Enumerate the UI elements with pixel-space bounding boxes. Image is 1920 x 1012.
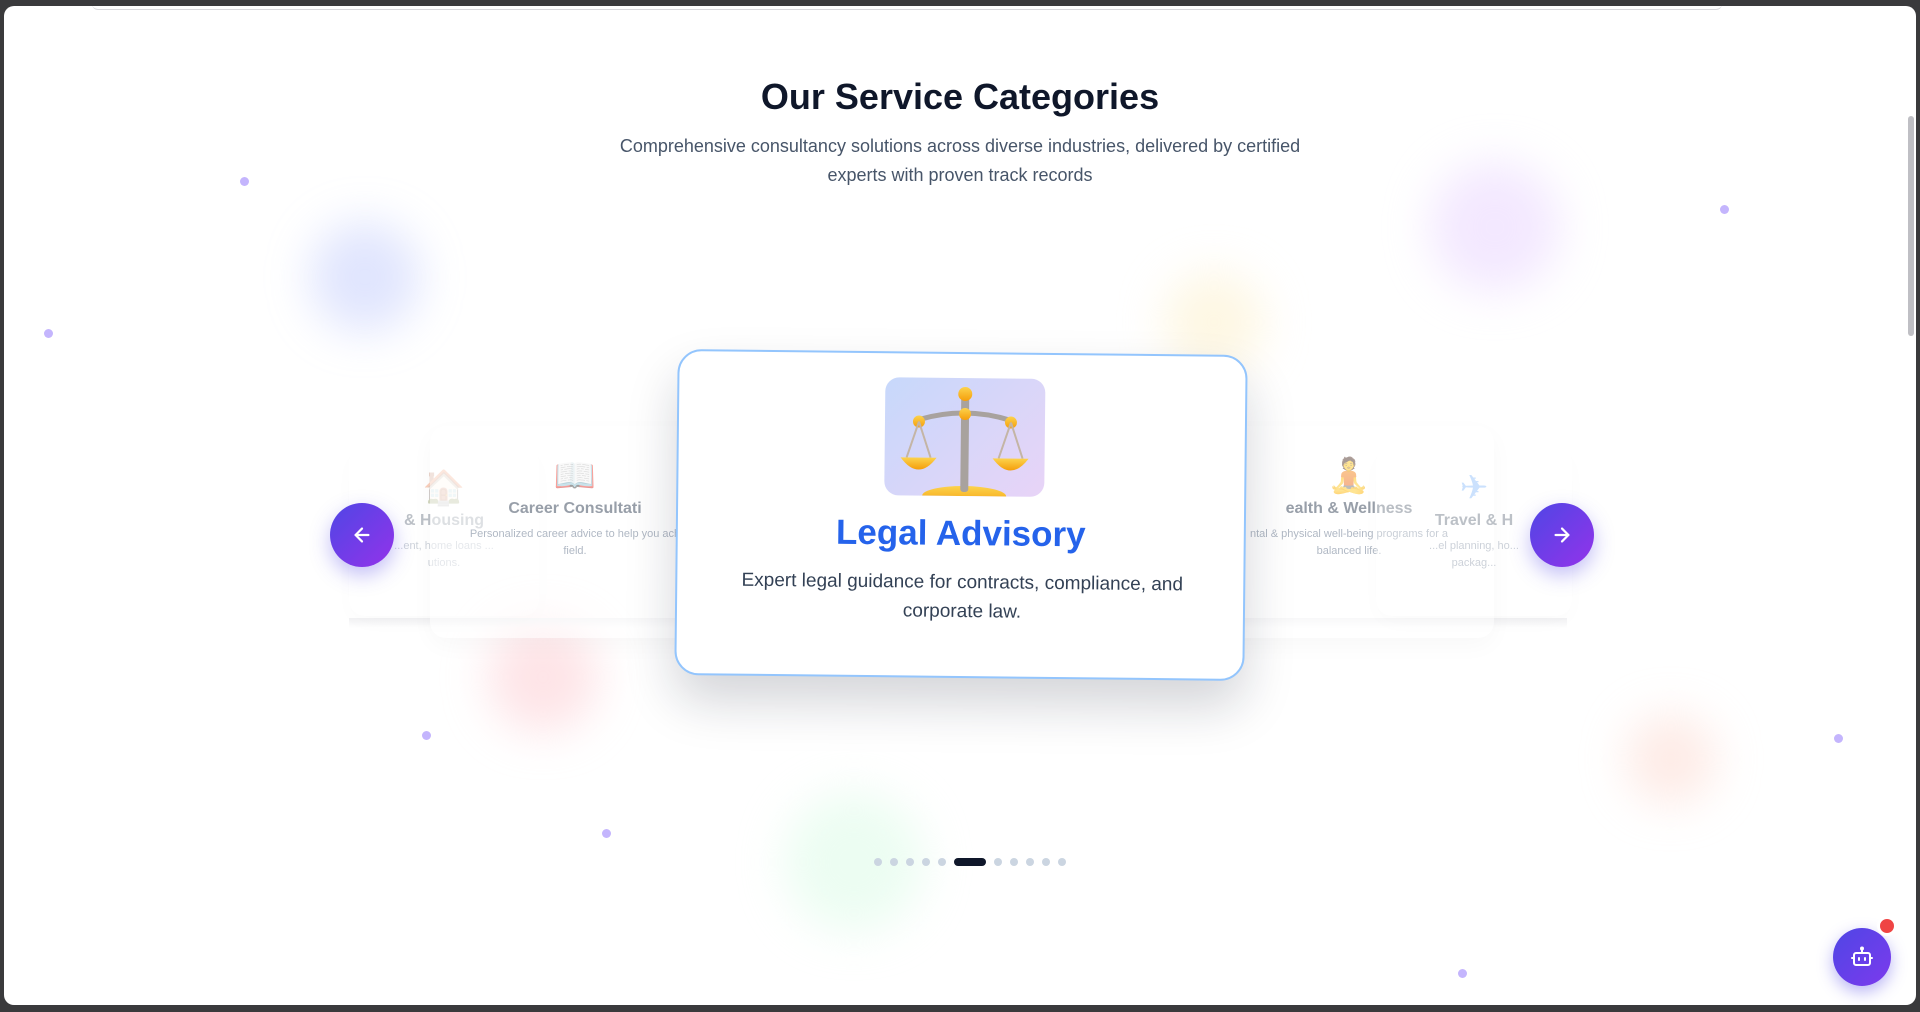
page-frame: Our Service Categories Comprehensive con…: [4, 6, 1916, 1005]
arrow-right-icon: [1554, 527, 1570, 543]
active-card-title: Legal Advisory: [835, 512, 1086, 555]
service-carousel: 🏠 & Housing ...ent, home loans ... ution…: [4, 6, 1916, 1005]
carousel-indicator[interactable]: [938, 858, 946, 866]
carousel-indicator[interactable]: [874, 858, 882, 866]
airplane-icon: ✈: [1459, 469, 1489, 507]
carousel-indicator[interactable]: [890, 858, 898, 866]
carousel-indicator[interactable]: [922, 858, 930, 866]
carousel-indicator-active[interactable]: [954, 858, 986, 866]
carousel-indicator[interactable]: [1042, 858, 1050, 866]
carousel-prev-button[interactable]: [330, 503, 394, 567]
chat-bot-button[interactable]: [1833, 928, 1891, 986]
notification-badge: [1877, 916, 1897, 936]
carousel-indicator[interactable]: [1026, 858, 1034, 866]
carousel-indicators: [874, 857, 1066, 867]
carousel-indicator[interactable]: [1058, 858, 1066, 866]
service-card-active[interactable]: Legal Advisory Expert legal guidance for…: [674, 349, 1248, 681]
arrow-left-icon: [354, 527, 370, 543]
carousel-indicator[interactable]: [906, 858, 914, 866]
carousel-indicator[interactable]: [994, 858, 1002, 866]
bot-icon: [1851, 946, 1873, 966]
carousel-indicator[interactable]: [1010, 858, 1018, 866]
active-card-description: Expert legal guidance for contracts, com…: [741, 569, 1184, 623]
carousel-next-button[interactable]: [1530, 503, 1594, 567]
scales-of-justice-icon: [884, 377, 1046, 497]
